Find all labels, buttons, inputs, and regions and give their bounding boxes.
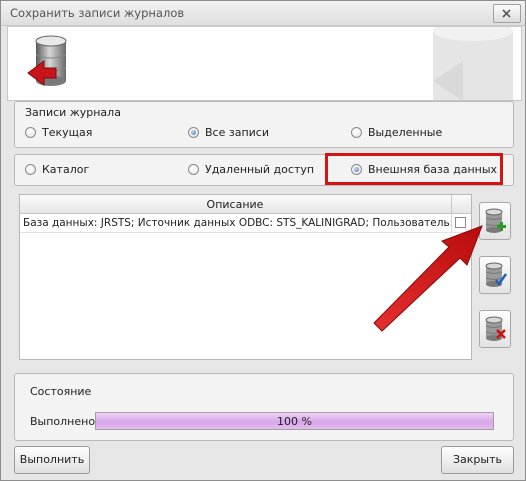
annotation-arrow: [373, 225, 483, 332]
dialog-window: Сохранить записи журналов Записи журнала…: [0, 0, 526, 481]
